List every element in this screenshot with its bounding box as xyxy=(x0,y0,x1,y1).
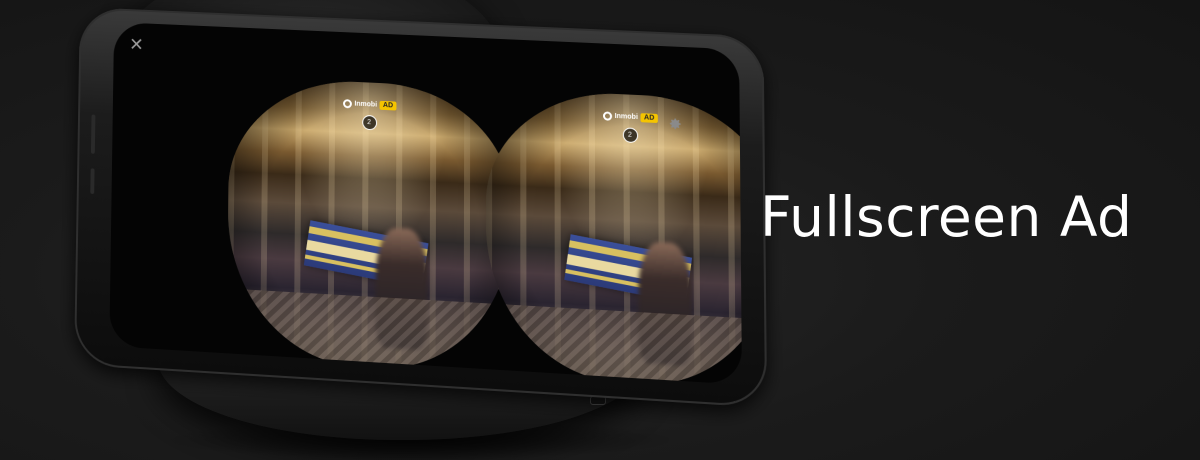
phone-screen: ✕ Inmobi AD 2 Inmobi AD 2 xyxy=(109,22,742,385)
ad-countdown: 2 xyxy=(361,114,377,131)
ad-brand: Inmobi xyxy=(614,112,638,122)
ad-brand: Inmobi xyxy=(354,100,378,109)
vr-left-eye-view: Inmobi AD 2 xyxy=(226,76,512,376)
scene-floor xyxy=(485,303,742,385)
phone-device: ✕ Inmobi AD 2 Inmobi AD 2 xyxy=(74,7,768,408)
brand-logo-icon xyxy=(602,111,612,121)
gear-icon[interactable] xyxy=(668,116,682,131)
bixby-button xyxy=(90,168,95,195)
brand-logo-icon xyxy=(342,99,352,109)
close-icon[interactable]: ✕ xyxy=(129,34,144,55)
ad-badge: AD xyxy=(640,113,658,123)
volume-button xyxy=(90,114,96,154)
ad-countdown: 2 xyxy=(622,127,638,144)
ad-label: Inmobi AD xyxy=(602,111,658,123)
ad-label: Inmobi AD xyxy=(342,99,397,111)
scene-floor xyxy=(226,288,512,376)
vr-right-eye-view: Inmobi AD 2 xyxy=(485,87,742,385)
page-title: Fullscreen Ad xyxy=(760,185,1133,249)
ad-badge: AD xyxy=(380,100,397,111)
